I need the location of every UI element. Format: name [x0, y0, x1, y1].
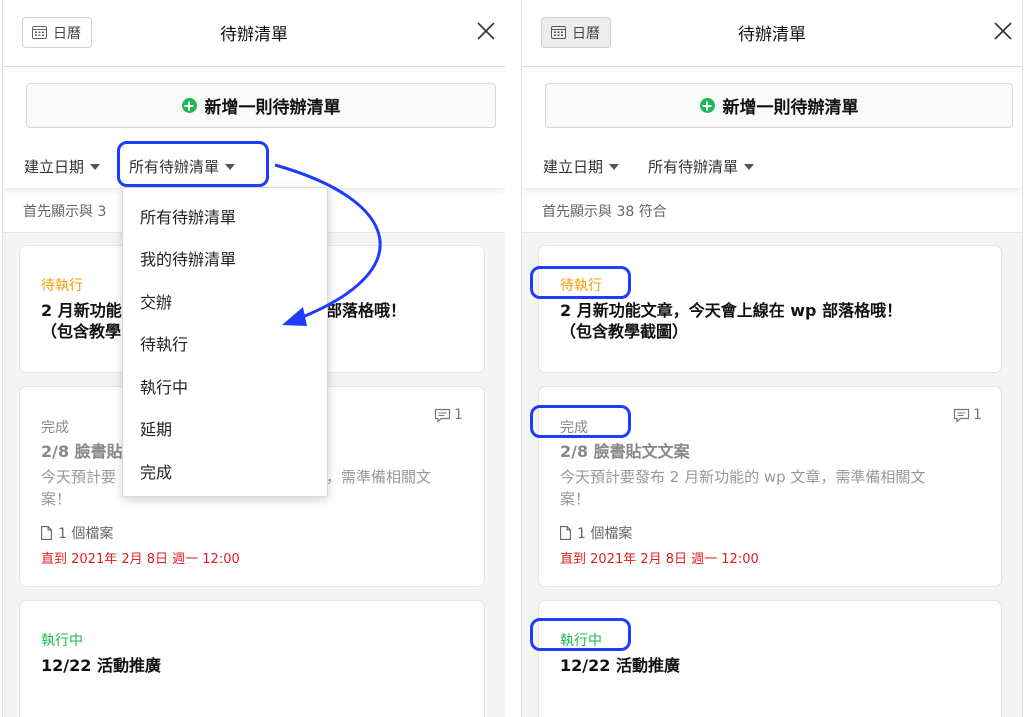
card-title: 2/8 臉書貼文文案: [560, 442, 690, 461]
comment-count[interactable]: 1: [434, 407, 463, 423]
card-title-line2: （包含教學: [41, 322, 122, 341]
filter-label: 所有待辦清單: [648, 158, 739, 176]
status-badge: 完成: [41, 420, 69, 436]
menu-item-assigned[interactable]: 交辦: [140, 289, 172, 313]
annotation-highlight-status: [530, 618, 631, 651]
card-title: 2 月新功能文章，今天會上線在 wp 部落格哦！: [560, 301, 903, 320]
close-icon[interactable]: [475, 20, 497, 42]
plus-icon: [699, 98, 715, 113]
comment-number: 1: [973, 407, 982, 423]
menu-item-in-progress[interactable]: 執行中: [140, 374, 188, 398]
caret-down-icon: [90, 163, 101, 170]
close-icon[interactable]: [992, 20, 1014, 42]
add-todo-label: 新增一則待辦清單: [722, 98, 859, 118]
card-desc: 今天預計要: [41, 468, 117, 486]
card-title-tail: 部落格哦！: [326, 301, 407, 320]
comment-count[interactable]: 1: [953, 407, 982, 423]
menu-item-postponed[interactable]: 延期: [140, 416, 172, 440]
card-title-line2: （包含教學截圖）: [560, 322, 689, 341]
status-badge: 待執行: [41, 278, 83, 294]
sort-dropdown[interactable]: 建立日期: [543, 156, 620, 177]
menu-item-pending[interactable]: 待執行: [140, 331, 188, 355]
filter-dropdown[interactable]: 所有待辦清單: [648, 156, 755, 177]
sort-dropdown[interactable]: 建立日期: [24, 156, 101, 177]
card-desc-tail: ，需準備相關文: [326, 468, 432, 486]
comment-number: 1: [454, 407, 463, 423]
result-count: 首先顯示與 38 符合: [542, 204, 667, 220]
annotation-highlight-status: [530, 405, 631, 438]
caret-down-icon: [744, 163, 755, 170]
attachment-count: 1 個檔案: [577, 526, 633, 542]
status-badge: 執行中: [41, 633, 83, 649]
menu-item-done[interactable]: 完成: [140, 459, 172, 483]
card-title: 12/22 活動推廣: [560, 656, 680, 675]
card-desc: 今天預計要發布 2 月新功能的 wp 文章，需準備相關文: [560, 468, 926, 486]
card-title: 2/8 臉書貼: [41, 442, 123, 461]
left-panel: 日曆 待辦清單 新增一則待辦清單 首先顯示與 3 建立日期 所有待辦清單 待執行…: [2, 0, 505, 717]
card-desc-line2: 案！: [560, 490, 591, 508]
attachment-count: 1 個檔案: [58, 526, 114, 542]
page-title: 待辦清單: [738, 25, 806, 45]
file-icon: [41, 526, 52, 540]
comment-icon: [434, 408, 451, 423]
attachment-info: 1 個檔案: [560, 523, 632, 543]
due-date: 直到 2021年 2月 8日 週一 12:00: [41, 552, 240, 567]
add-todo-label: 新增一則待辦清單: [204, 98, 341, 118]
add-todo-button[interactable]: 新增一則待辦清單: [26, 83, 496, 128]
add-todo-button[interactable]: 新增一則待辦清單: [545, 83, 1013, 128]
caret-down-icon: [609, 163, 620, 170]
file-icon: [560, 526, 571, 540]
header: 日曆 待辦清單: [3, 0, 505, 67]
plus-icon: [181, 98, 197, 113]
result-count: 首先顯示與 3: [23, 204, 107, 220]
panel-divider: [505, 0, 521, 717]
annotation-highlight-filter: [117, 141, 269, 187]
sort-label: 建立日期: [543, 158, 604, 176]
attachment-info: 1 個檔案: [41, 523, 113, 543]
card-title: 2 月新功能: [41, 301, 122, 320]
header: 日曆 待辦清單: [522, 0, 1022, 67]
comment-icon: [953, 408, 970, 423]
card-title: 12/22 活動推廣: [41, 656, 161, 675]
filter-bar: 建立日期 所有待辦清單: [522, 140, 1022, 188]
right-panel: 日曆 待辦清單 新增一則待辦清單 首先顯示與 38 符合 建立日期 所有待辦清單…: [521, 0, 1023, 717]
annotation-highlight-status: [530, 266, 631, 299]
menu-item-all[interactable]: 所有待辦清單: [140, 204, 236, 228]
due-date: 直到 2021年 2月 8日 週一 12:00: [560, 552, 759, 567]
todo-card[interactable]: 執行中 12/22 活動推廣: [19, 600, 485, 717]
menu-item-mine[interactable]: 我的待辦清單: [140, 246, 236, 270]
filter-menu: 所有待辦清單 我的待辦清單 交辦 待執行 執行中 延期 完成: [122, 187, 328, 497]
page-title: 待辦清單: [220, 25, 288, 45]
sort-label: 建立日期: [24, 158, 85, 176]
todo-card[interactable]: 待執行 2 月新功能文章，今天會上線在 wp 部落格哦！ （包含教學截圖）: [538, 245, 1002, 373]
